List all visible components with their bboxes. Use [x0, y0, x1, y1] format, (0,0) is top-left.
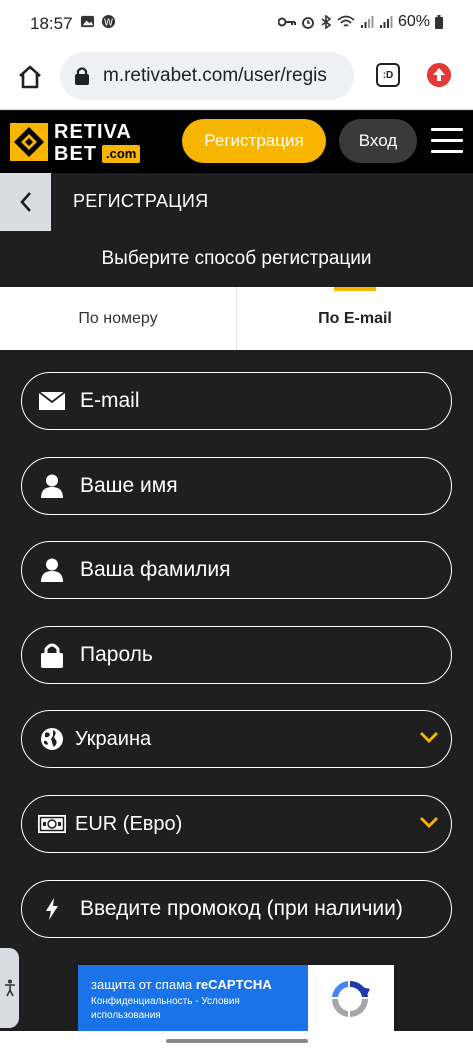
country-value: Украина	[75, 727, 152, 750]
currency-select[interactable]: EUR (Евро)	[21, 795, 452, 853]
status-time: 18:57	[30, 14, 73, 33]
recaptcha-badge[interactable]: защита от спама reCAPTCHA Конфиденциальн…	[78, 965, 394, 1031]
status-bar: 18:57 W 60%	[0, 0, 473, 48]
email-placeholder: E-mail	[80, 389, 140, 412]
user-icon	[37, 474, 67, 498]
register-button[interactable]: Регистрация	[182, 119, 326, 163]
user-icon	[37, 558, 67, 582]
first-name-placeholder: Ваше имя	[80, 474, 178, 497]
battery-icon	[435, 15, 443, 29]
logo-text-bet: BET	[54, 143, 97, 165]
browser-toolbar: m.retivabet.com/user/regis :D	[0, 48, 473, 110]
last-name-field[interactable]: Ваша фамилия	[21, 541, 452, 599]
registration-subtitle: Выберите способ регистрации	[101, 248, 372, 269]
back-button[interactable]	[0, 173, 51, 231]
battery-percent: 60%	[397, 13, 430, 30]
lightning-icon	[37, 897, 67, 921]
lock-icon[interactable]	[73, 66, 91, 86]
tab-by-email[interactable]: По E-mail	[236, 287, 473, 350]
home-gesture-handle[interactable]	[166, 1039, 308, 1043]
recaptcha-info: защита от спама reCAPTCHA Конфиденциальн…	[78, 965, 308, 1031]
chevron-down-icon	[420, 732, 438, 743]
logo-text-com: .com	[102, 145, 141, 163]
country-select[interactable]: Украина	[21, 710, 452, 768]
chevron-down-icon	[420, 817, 438, 828]
password-field[interactable]: Пароль	[21, 626, 452, 684]
status-notification-icons: W	[80, 14, 116, 29]
password-placeholder: Пароль	[80, 643, 153, 666]
hamburger-menu-icon[interactable]	[431, 128, 463, 154]
currency-value: EUR (Евро)	[75, 812, 183, 835]
app-notification-icon: W	[101, 14, 116, 28]
login-button[interactable]: Вход	[339, 119, 417, 163]
promo-code-placeholder: Введите промокод (при наличии)	[80, 897, 403, 920]
first-name-field[interactable]: Ваше имя	[21, 457, 452, 515]
wifi-icon	[337, 15, 355, 27]
signal-icon-1	[360, 16, 374, 28]
padlock-icon	[37, 643, 67, 668]
accessibility-tab[interactable]	[0, 948, 19, 1028]
home-icon[interactable]	[16, 63, 44, 91]
status-system-icons: 60%	[277, 13, 443, 31]
site-header: RETIVA BET .com Регистрация Вход	[0, 111, 473, 173]
svg-text:W: W	[104, 17, 113, 28]
gesture-navigation-bar[interactable]	[0, 1031, 473, 1050]
accessibility-icon	[4, 979, 15, 997]
logo-diamond-icon	[10, 123, 48, 161]
page-title: РЕГИСТРАЦИЯ	[73, 191, 209, 211]
gallery-icon	[80, 15, 95, 28]
address-bar[interactable]: m.retivabet.com/user/regis	[60, 52, 354, 100]
signal-icon-2	[379, 16, 393, 28]
recaptcha-logo-icon	[331, 980, 370, 1017]
promo-code-field[interactable]: Введите промокод (при наличии)	[21, 880, 452, 938]
envelope-icon	[37, 389, 67, 413]
last-name-placeholder: Ваша фамилия	[80, 558, 231, 581]
banknote-icon	[37, 812, 67, 836]
logo-text-retiva: RETIVA	[54, 121, 132, 143]
recaptcha-title: защита от спама reCAPTCHA	[91, 977, 272, 992]
globe-icon	[37, 727, 67, 751]
update-icon[interactable]	[427, 63, 451, 87]
alarm-icon	[302, 17, 314, 29]
tab-switcher-button[interactable]: :D	[376, 63, 400, 87]
key-icon	[277, 17, 296, 27]
registration-method-tabs: По номеру По E-mail	[0, 287, 473, 350]
url-text[interactable]: m.retivabet.com/user/regis	[103, 65, 327, 87]
email-field[interactable]: E-mail	[21, 372, 452, 430]
recaptcha-privacy-terms-links[interactable]: Конфиденциальность - Условия использован…	[91, 995, 308, 1023]
chevron-left-icon	[19, 192, 31, 212]
bluetooth-icon	[321, 15, 332, 29]
retivabet-logo[interactable]: RETIVA BET .com	[10, 121, 150, 165]
tab-by-phone[interactable]: По номеру	[0, 287, 236, 350]
page-title-bar: РЕГИСТРАЦИЯ	[0, 173, 473, 231]
